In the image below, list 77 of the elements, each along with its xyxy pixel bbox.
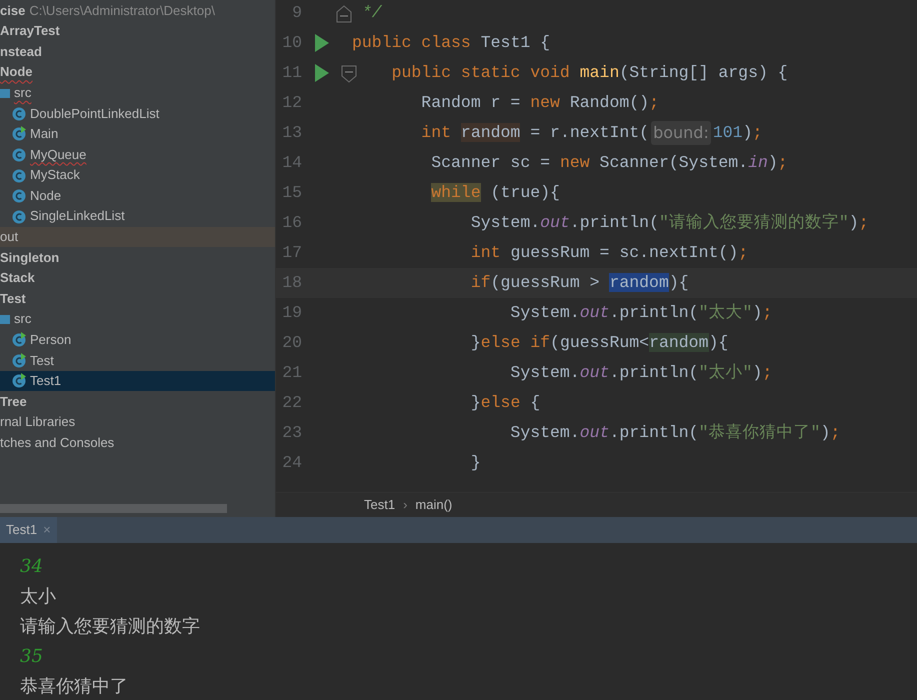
class-icon [12,208,26,224]
code-text: while (true){ [430,182,560,204]
code-text: }else { [470,392,540,414]
breadcrumb-separator: › [403,496,408,514]
tree-item[interactable]: nstead [0,41,275,62]
tree-item[interactable]: rnal Libraries [0,412,275,432]
tree-item[interactable]: Singleton [0,247,275,268]
line-number: 9 [291,2,302,24]
breadcrumb[interactable]: Test1 [364,495,396,515]
code-text: public static void main(String[] args) { [390,62,788,84]
line-number: 14 [281,152,302,174]
tree-item[interactable]: src [0,308,275,330]
code-text: if(guessRum > random){ [470,272,689,294]
line-number: 16 [281,212,302,234]
tree-item[interactable]: Test [0,350,275,371]
code-text: public class Test1 { [352,32,550,54]
parameter-hint: bound: [651,121,711,145]
line-number: 21 [281,362,302,384]
line-number: 13 [281,122,302,144]
input-echo-text: 34 [20,555,44,579]
line-number: 19 [281,302,302,324]
code-text: }else if(guessRum<random){ [470,332,728,354]
line-number: 17 [281,242,302,264]
line-number: 11 [281,62,302,84]
class-icon [12,168,26,183]
line-number: 22 [281,392,302,414]
fold-icon[interactable] [336,2,352,24]
line-number: 12 [281,92,302,114]
code-text: System.out.println("恭喜你猜中了"); [509,422,840,444]
tree-item[interactable]: Test1 [0,370,275,392]
output-text: 请输入您要猜测的数字 [20,615,201,639]
tree-item[interactable]: Node [0,62,275,82]
class-icon [12,188,26,204]
breadcrumb[interactable]: main() [415,495,452,515]
path-text: C:\Users\Administrator\Desktop\ [29,2,215,20]
tree-item[interactable]: ArrayTest [0,20,275,42]
tree-item[interactable]: Node [0,185,275,206]
line-number: 20 [281,332,302,354]
line-number: 15 [281,182,302,204]
output-text: 太小 [20,585,57,609]
code-text: } [470,452,481,474]
fold-icon[interactable] [341,62,357,84]
code-text: System.out.println("请输入您要猜测的数字"); [470,212,869,234]
tree-item[interactable]: Person [0,330,275,350]
tree-item[interactable]: Main [0,124,275,144]
class-icon [12,146,26,162]
tree-item[interactable]: Stack [0,268,275,288]
run-icon[interactable] [315,34,329,52]
code-text: System.out.println("太大"); [509,302,772,324]
tree-item[interactable]: MyQueue [0,144,275,165]
line-number: 24 [281,452,302,474]
run-icon[interactable] [315,64,329,82]
line-number: 10 [281,32,302,54]
tree-item[interactable]: src [0,82,275,103]
tree-item[interactable]: out [0,226,275,248]
folder-icon [0,313,10,326]
code-text: Scanner sc = new Scanner(System.in); [430,152,788,174]
output-text: 恭喜你猜中了 [20,675,129,699]
tree-item[interactable]: SingleLinkedList [0,206,275,227]
code-text: System.out.println("太小"); [509,362,772,384]
class-icon [12,106,26,121]
tree-item[interactable]: cise C:\Users\Administrator\Desktop\ [0,0,275,21]
scroll-bar[interactable] [0,504,227,513]
tree-item[interactable]: MyStack [0,164,275,186]
tree-item[interactable]: tches and Consoles [0,432,275,454]
run-tab[interactable]: Test1 × [0,517,57,543]
tree-item[interactable]: Tree [0,391,275,412]
code-text: 101); [712,122,762,144]
code-text: int guessRum = sc.nextInt(); [470,242,748,264]
code-text: Random r = new Random(); [420,92,659,114]
tree-item[interactable]: Test [0,288,275,309]
line-number: 23 [281,422,302,444]
tree-item[interactable]: DoublePointLinkedList [0,102,275,124]
code-text: int random = r.nextInt( [420,122,650,144]
folder-icon [0,86,10,99]
code-text: */ [360,2,382,24]
input-echo-text: 35 [20,645,44,669]
